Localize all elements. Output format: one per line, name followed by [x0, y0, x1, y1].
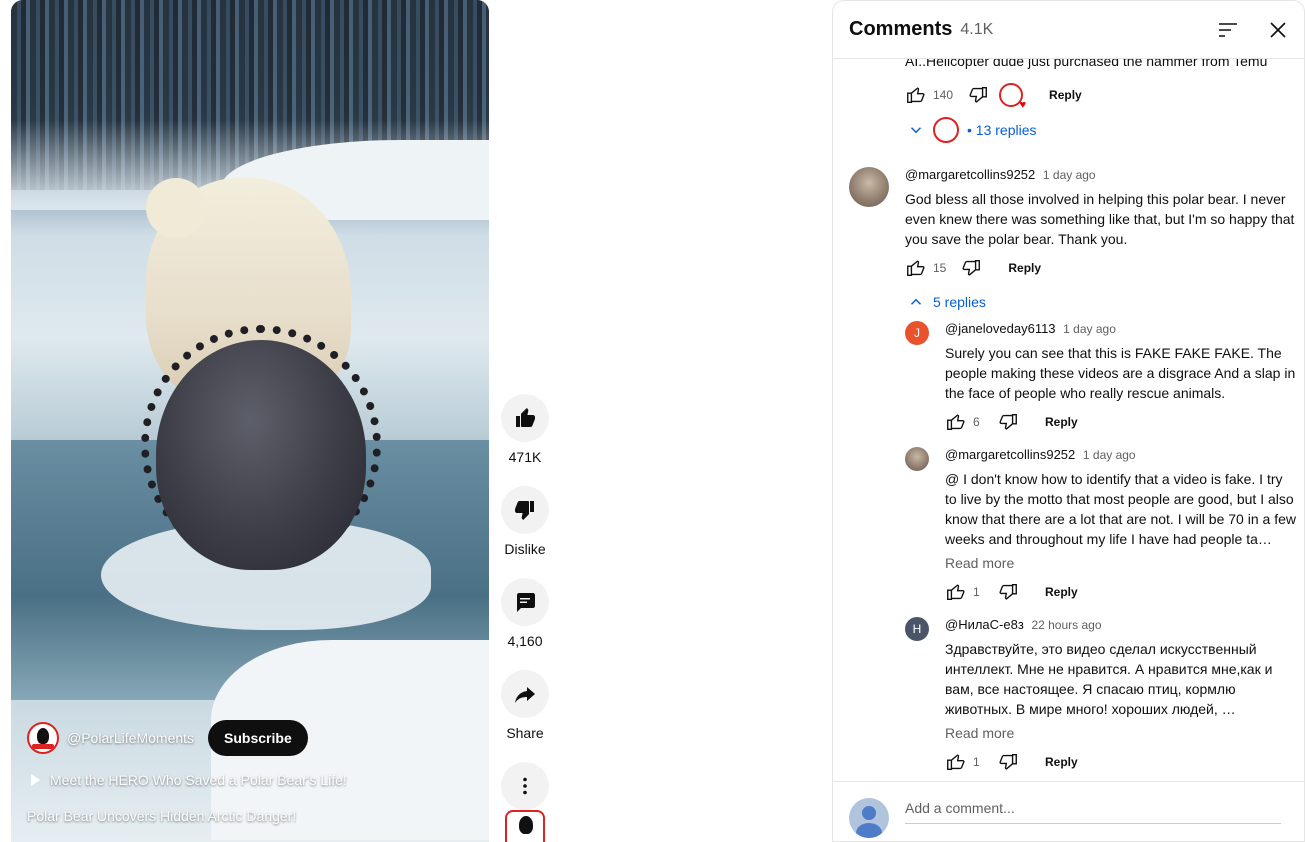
comment-time: 1 day ago	[1042, 168, 1096, 182]
thumbs-down-icon	[515, 501, 534, 520]
comment-text: Здравствуйте, это видео сделал искусстве…	[945, 641, 1273, 717]
thumbs-down-icon[interactable]	[997, 751, 1019, 773]
add-comment-input[interactable]: Add a comment...	[905, 800, 1281, 824]
thumbs-up-icon[interactable]	[905, 84, 927, 106]
reply-button[interactable]: Reply	[1049, 88, 1082, 102]
channel-avatar[interactable]	[27, 722, 59, 754]
comments-button[interactable]	[501, 578, 549, 626]
comments-panel: Comments 4.1K AI..Helicopter dude just p…	[832, 0, 1305, 842]
thumbs-up-icon[interactable]	[945, 581, 967, 603]
video-player[interactable]: @PolarLifeMoments Subscribe Meet the HER…	[11, 0, 489, 842]
thumbs-down-icon[interactable]	[967, 84, 989, 106]
like-count: 471K	[508, 449, 542, 465]
video-title: Polar Bear Uncovers Hidden Arctic Danger…	[27, 808, 297, 824]
action-rail: 471K Dislike 4,160 Share	[501, 394, 549, 810]
comment-meta: @janeloveday6113 1 day ago	[945, 321, 1116, 336]
like-count: 140	[933, 88, 954, 102]
comment-icon	[517, 593, 535, 612]
channel-thumbnail[interactable]	[505, 810, 545, 842]
comment-time: 22 hours ago	[1031, 618, 1102, 632]
sort-icon[interactable]	[1216, 18, 1240, 42]
comment-time: 1 day ago	[1082, 448, 1136, 462]
dislike-label: Dislike	[504, 541, 546, 557]
channel-row: @PolarLifeMoments Subscribe	[27, 720, 308, 756]
share-label: Share	[506, 725, 544, 741]
hide-replies-toggle[interactable]: 5 replies	[907, 293, 986, 311]
like-count: 15	[933, 261, 947, 275]
polar-bear-head	[146, 178, 206, 238]
avatar[interactable]: Н	[905, 617, 929, 641]
reply-button[interactable]: Reply	[1008, 261, 1041, 275]
comment-actions: 1 Reply	[945, 751, 1078, 773]
user-avatar	[849, 798, 889, 838]
comments-title: Comments	[849, 18, 953, 40]
comment-meta: @margaretcollins9252 1 day ago	[945, 447, 1136, 462]
comment-actions: 15 Reply	[905, 257, 1041, 279]
comment-actions: 1 Reply	[945, 581, 1078, 603]
read-more-link[interactable]: Read more	[945, 555, 1014, 571]
comment-time: 1 day ago	[1063, 322, 1116, 336]
thumbs-down-icon[interactable]	[997, 581, 1019, 603]
comment-author[interactable]: @НилаС-е8з	[945, 617, 1024, 632]
comment-text: @ I don't know how to identify that a vi…	[945, 471, 1296, 547]
avatar[interactable]	[849, 167, 889, 207]
clipped-comment-text: AI..Helicopter dude just purchased the h…	[905, 59, 1268, 69]
avatar[interactable]: J	[905, 321, 929, 345]
thumbs-up-icon	[516, 408, 535, 427]
like-count: 6	[973, 415, 980, 429]
related-video-link[interactable]: Meet the HERO Who Saved a Polar Bear's L…	[31, 772, 347, 788]
chevron-down-icon	[910, 127, 922, 134]
play-icon	[31, 774, 40, 786]
comment-actions: 6 Reply	[945, 411, 1078, 433]
avatar[interactable]	[905, 447, 929, 471]
subscribe-button[interactable]: Subscribe	[208, 720, 308, 756]
comment-meta: @margaretcollins9252 1 day ago	[905, 167, 1096, 182]
comment-author[interactable]: @janeloveday6113	[945, 321, 1056, 336]
thumbs-down-icon[interactable]	[997, 411, 1019, 433]
more-vert-icon	[523, 777, 527, 795]
spiked-creature	[156, 340, 366, 570]
header-actions	[1216, 18, 1290, 42]
thumbs-up-icon[interactable]	[945, 751, 967, 773]
replies-count: • 13 replies	[967, 122, 1037, 138]
reply-button[interactable]: Reply	[1045, 415, 1078, 429]
comments-header: Comments 4.1K	[833, 1, 1304, 59]
creator-avatar	[933, 117, 959, 143]
reply-button[interactable]: Reply	[1045, 755, 1078, 769]
view-replies-toggle[interactable]: • 13 replies	[907, 117, 1037, 143]
related-video-title: Meet the HERO Who Saved a Polar Bear's L…	[50, 772, 347, 788]
chevron-up-icon	[910, 298, 922, 305]
share-button[interactable]	[501, 670, 549, 718]
thumbs-down-icon[interactable]	[960, 257, 982, 279]
comments-count: 4,160	[507, 633, 543, 649]
comment-text: Surely you can see that this is FAKE FAK…	[945, 345, 1296, 401]
like-count: 1	[973, 585, 980, 599]
dislike-button[interactable]	[501, 486, 549, 534]
more-actions-button[interactable]	[501, 762, 549, 810]
like-count: 1	[973, 755, 980, 769]
close-icon[interactable]	[1266, 18, 1290, 42]
creator-heart-badge	[999, 83, 1026, 111]
add-comment-row: Add a comment...	[833, 781, 1304, 841]
comment-author[interactable]: @margaretcollins9252	[905, 167, 1035, 182]
comments-list: AI..Helicopter dude just purchased the h…	[833, 59, 1304, 781]
like-button[interactable]	[501, 394, 549, 442]
share-icon	[515, 687, 535, 703]
channel-name[interactable]: @PolarLifeMoments	[67, 730, 194, 746]
thumbs-up-icon[interactable]	[945, 411, 967, 433]
comment-meta: @НилаС-е8з 22 hours ago	[945, 617, 1102, 632]
comment-actions: 140 Reply	[905, 83, 1082, 111]
comment-text: God bless all those involved in helping …	[905, 191, 1295, 247]
read-more-link[interactable]: Read more	[945, 725, 1014, 741]
reply-button[interactable]: Reply	[1045, 585, 1078, 599]
comments-total: 4.1K	[960, 20, 994, 38]
replies-count: 5 replies	[933, 294, 986, 310]
thumbs-up-icon[interactable]	[905, 257, 927, 279]
comment-author[interactable]: @margaretcollins9252	[945, 447, 1075, 462]
